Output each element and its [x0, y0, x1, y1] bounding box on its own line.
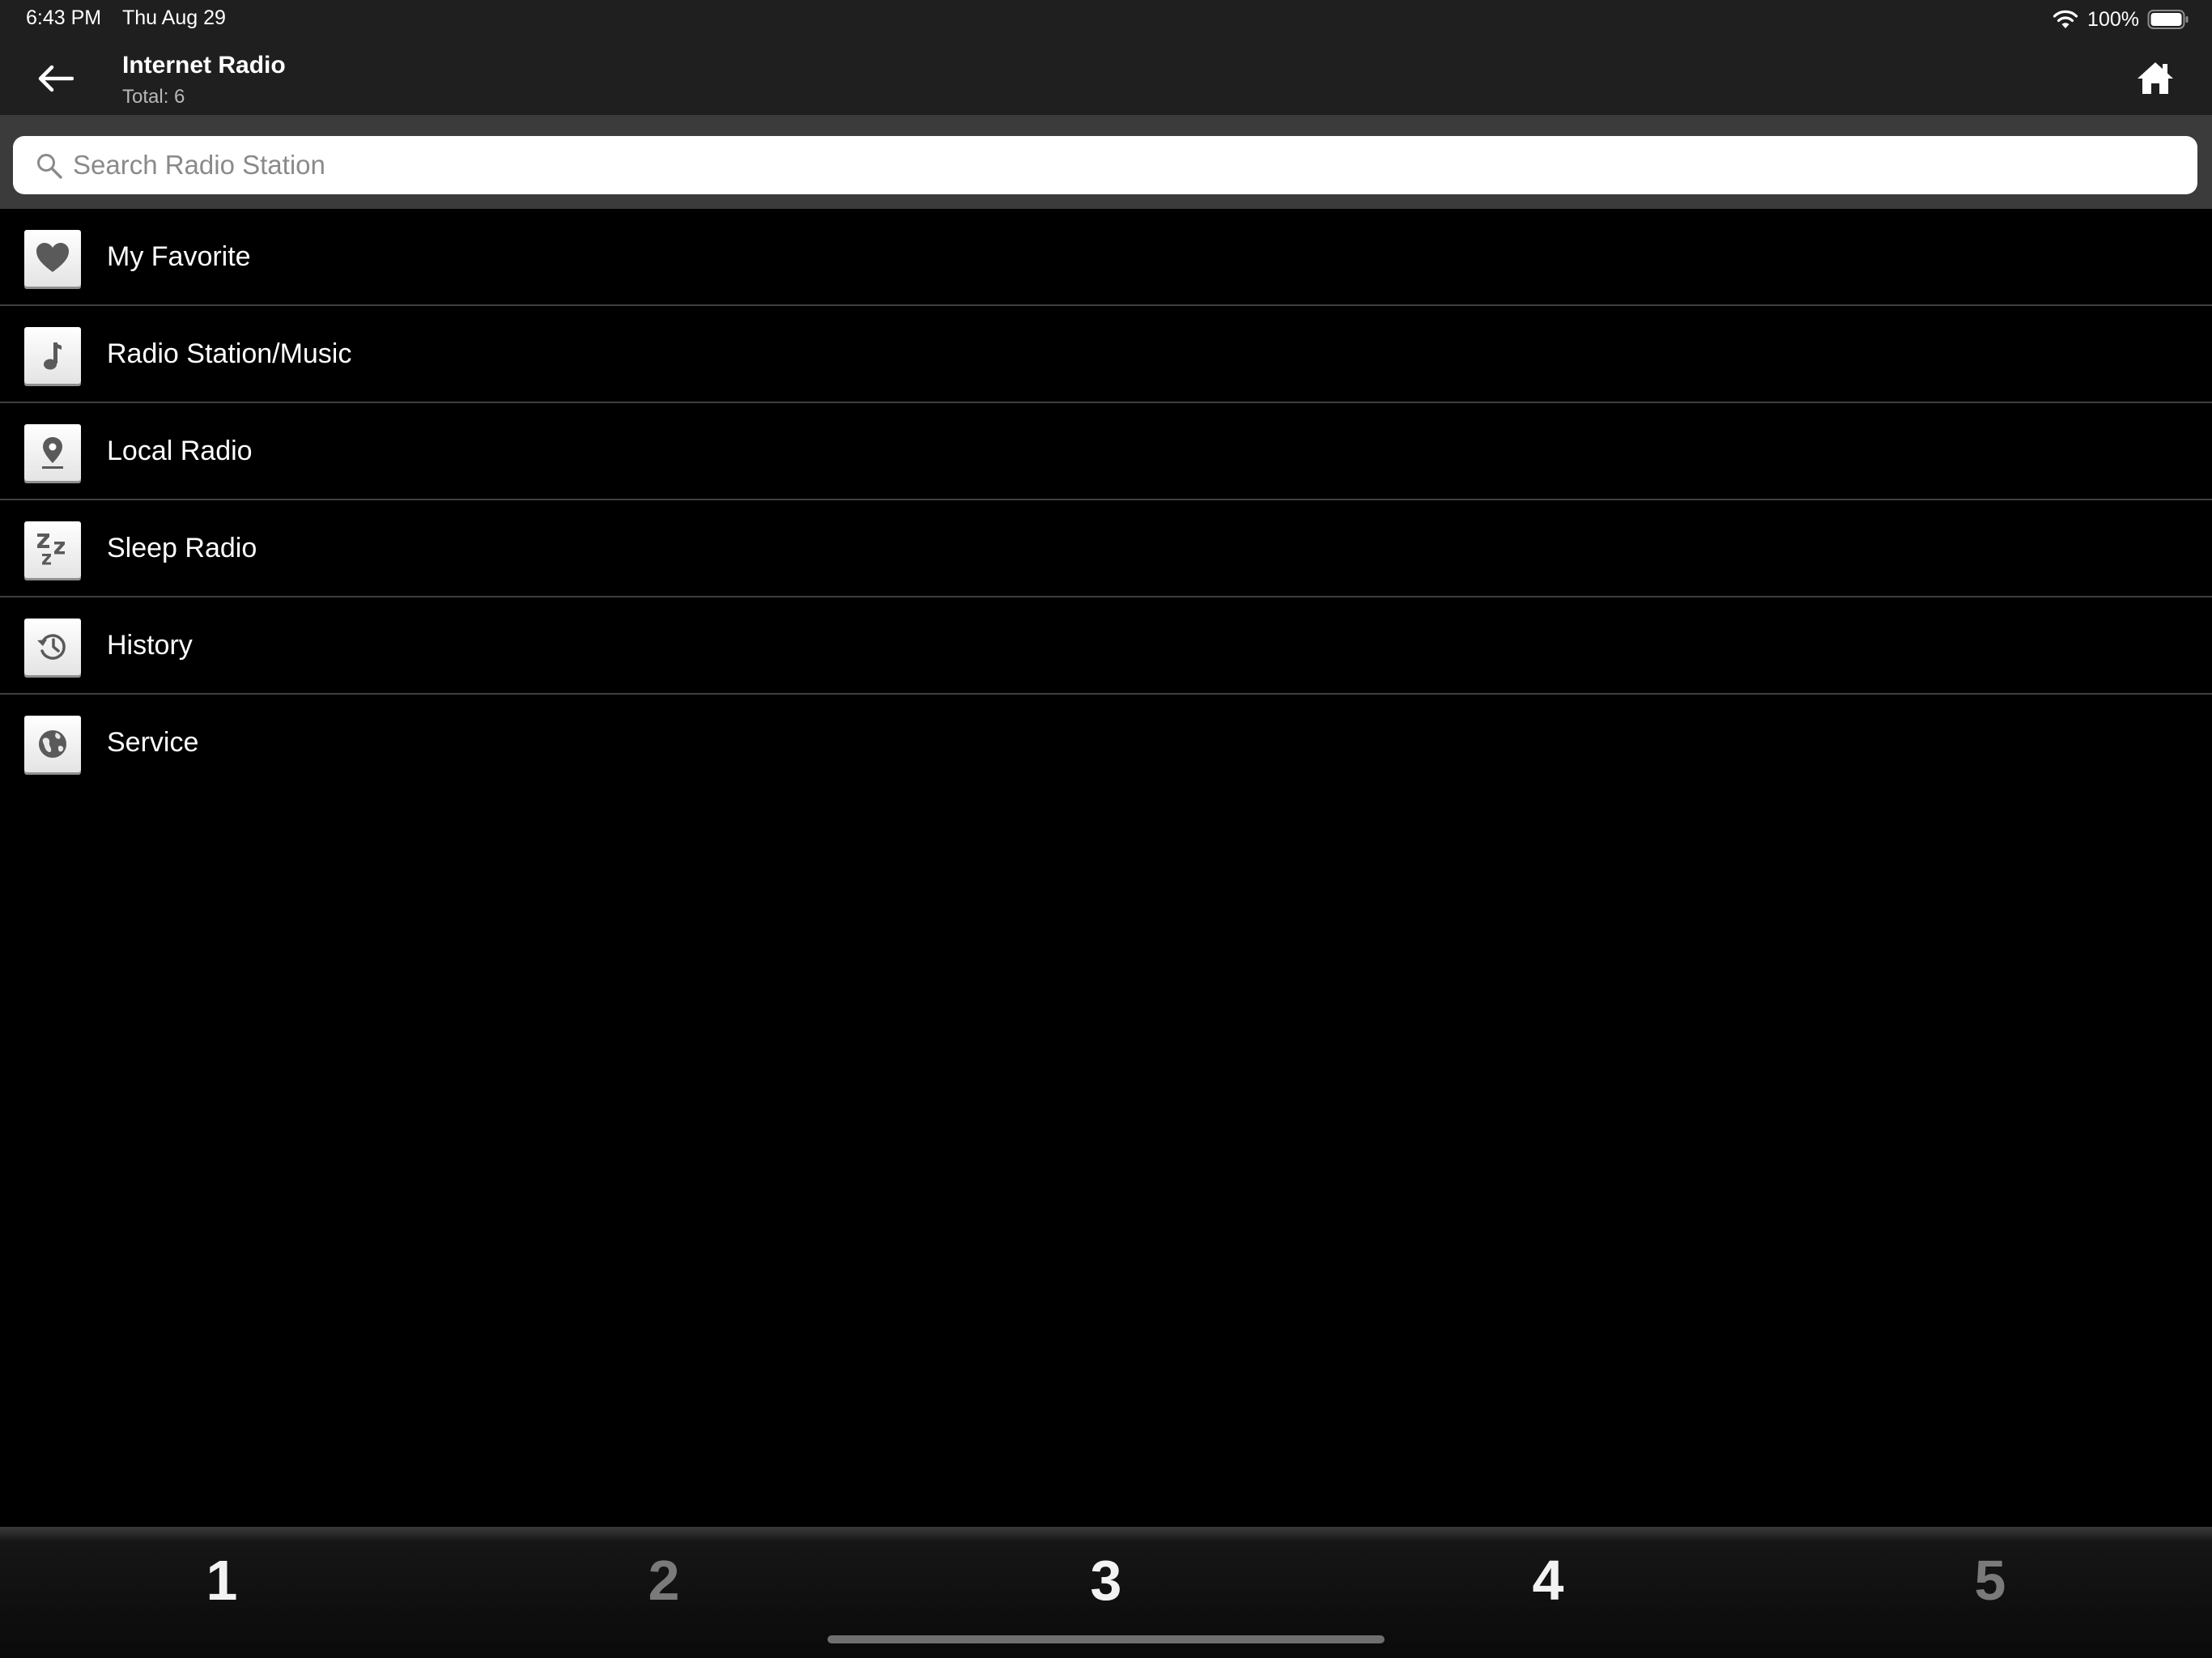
menu-item-label: Radio Station/Music [107, 338, 352, 369]
location-pin-icon [42, 437, 63, 469]
back-button[interactable] [31, 60, 79, 97]
menu-item-icon [24, 327, 81, 384]
menu-item-label: Sleep Radio [107, 532, 257, 563]
menu-item-label: Local Radio [107, 435, 253, 466]
top-bar: 6:43 PM Thu Aug 29 100% Internet Radio T… [0, 0, 2212, 115]
total-count: Total: 6 [122, 86, 185, 108]
tab-5[interactable]: 5 [1942, 1548, 2039, 1613]
tab-4[interactable]: 4 [1499, 1548, 1597, 1613]
menu-item-label: History [107, 629, 193, 661]
status-time: 6:43 PM [26, 6, 102, 29]
menu-item-icon [24, 521, 81, 578]
search-bar-area [0, 115, 2212, 209]
menu-item-history[interactable]: History [0, 597, 2212, 695]
music-note-icon [44, 342, 62, 370]
globe-icon [39, 730, 66, 758]
search-icon [37, 154, 62, 179]
sleep-zzz-icon [37, 534, 65, 565]
page-title: Internet Radio [122, 52, 286, 79]
tab-3[interactable]: 3 [1057, 1548, 1155, 1613]
menu-item-icon [24, 619, 81, 675]
menu-item-icon [24, 230, 81, 287]
tab-1[interactable]: 1 [173, 1548, 270, 1613]
menu-item-label: Service [107, 726, 199, 758]
menu-item-service[interactable]: Service [0, 695, 2212, 790]
battery-percent: 100% [2087, 7, 2139, 31]
battery-icon [2147, 10, 2189, 29]
heart-icon [36, 243, 69, 272]
status-date: Thu Aug 29 [122, 6, 226, 29]
arrow-left-icon [38, 65, 74, 92]
menu-item-icon [24, 424, 81, 481]
tab-2[interactable]: 2 [615, 1548, 713, 1613]
menu-item-sleep-radio[interactable]: Sleep Radio [0, 500, 2212, 597]
menu-item-my-favorite[interactable]: My Favorite [0, 209, 2212, 306]
status-indicators: 100% [2052, 5, 2189, 34]
search-box[interactable] [13, 136, 2197, 194]
menu-item-radio-station-music[interactable]: Radio Station/Music [0, 306, 2212, 403]
wifi-icon [2052, 10, 2078, 28]
menu-item-icon [24, 716, 81, 772]
home-button[interactable] [2133, 57, 2178, 99]
home-icon [2138, 62, 2173, 94]
home-indicator [827, 1635, 1385, 1643]
history-icon [37, 634, 66, 660]
menu-item-local-radio[interactable]: Local Radio [0, 403, 2212, 500]
search-input[interactable] [73, 136, 2178, 194]
menu-item-label: My Favorite [107, 240, 251, 272]
radio-menu-list: My Favorite Radio Station/Music Local Ra… [0, 209, 2212, 790]
